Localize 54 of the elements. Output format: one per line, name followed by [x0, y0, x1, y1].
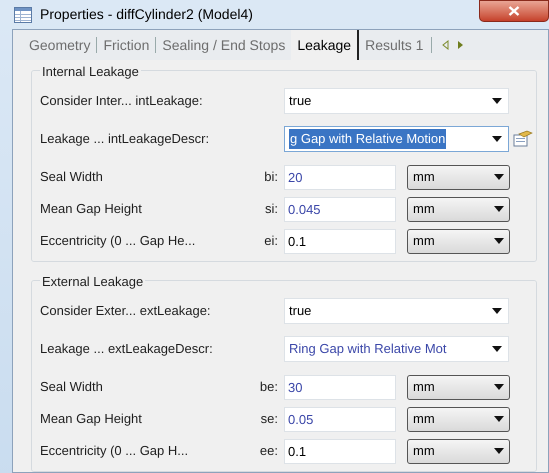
- caret-icon: [494, 416, 504, 422]
- unit-dropdown[interactable]: mm: [407, 374, 510, 400]
- unit-dropdown[interactable]: mm: [407, 164, 510, 190]
- caret-icon: [492, 136, 502, 142]
- dropdown-field[interactable]: Ring Gap with Relative Mot: [284, 336, 509, 362]
- value-field[interactable]: 0.1: [284, 438, 396, 464]
- dropdown-field[interactable]: true: [284, 298, 509, 324]
- value-field[interactable]: 0.045: [284, 196, 396, 222]
- tab[interactable]: Geometry: [23, 30, 96, 60]
- unit-dropdown[interactable]: mm: [407, 228, 510, 254]
- value-field[interactable]: 30: [284, 374, 396, 400]
- field-label: Mean Gap Height: [40, 200, 142, 218]
- unit-dropdown[interactable]: mm: [407, 196, 510, 222]
- tab[interactable]: Sealing / End Stops: [156, 30, 292, 60]
- caret-icon: [492, 346, 502, 352]
- tab[interactable]: Results 1: [359, 30, 430, 60]
- table-icon: [14, 6, 32, 22]
- close-icon: [508, 6, 520, 16]
- field-label: Consider Inter... intLeakage:: [40, 92, 203, 110]
- dropdown-field[interactable]: g Gap with Relative Motion: [284, 126, 509, 152]
- scroll-right-icon[interactable]: [457, 40, 464, 50]
- caret-icon: [492, 308, 502, 314]
- caret-icon: [494, 174, 504, 180]
- symbol-label: be:: [260, 378, 278, 396]
- field-label: Seal Width: [40, 378, 103, 396]
- caret-icon: [494, 238, 504, 244]
- caret-icon: [494, 448, 504, 454]
- window-title: Properties - diffCylinder2 (Model4): [40, 5, 253, 24]
- field-label: Eccentricity (0 ... Gap He...: [40, 232, 196, 250]
- field-label: Seal Width: [40, 168, 103, 186]
- value-field[interactable]: 0.05: [284, 406, 396, 432]
- caret-icon: [494, 206, 504, 212]
- tab[interactable]: Friction: [97, 30, 156, 60]
- caret-icon: [494, 384, 504, 390]
- caret-icon: [492, 98, 502, 104]
- symbol-label: bi:: [264, 168, 278, 186]
- close-button[interactable]: [479, 0, 549, 22]
- dropdown-field[interactable]: true: [284, 88, 509, 114]
- unit-dropdown[interactable]: mm: [407, 438, 510, 464]
- value-field[interactable]: 20: [284, 164, 396, 190]
- field-label: Mean Gap Height: [40, 410, 142, 428]
- unit-dropdown[interactable]: mm: [407, 406, 510, 432]
- field-label: Eccentricity (0 ... Gap H...: [40, 442, 188, 460]
- scroll-left-icon[interactable]: [442, 40, 450, 50]
- value-field[interactable]: 0.1: [284, 228, 396, 254]
- symbol-label: si:: [265, 200, 278, 218]
- field-label: Consider Exter... extLeakage:: [40, 302, 211, 320]
- symbol-label: ee:: [260, 442, 278, 460]
- tab[interactable]: Leakage: [291, 30, 360, 60]
- edit-properties-icon[interactable]: [513, 130, 533, 148]
- field-label: Leakage ... extLeakageDescr:: [40, 340, 213, 358]
- field-label: Leakage ... intLeakageDescr:: [40, 130, 210, 148]
- symbol-label: se:: [260, 410, 278, 428]
- symbol-label: ei:: [264, 232, 278, 250]
